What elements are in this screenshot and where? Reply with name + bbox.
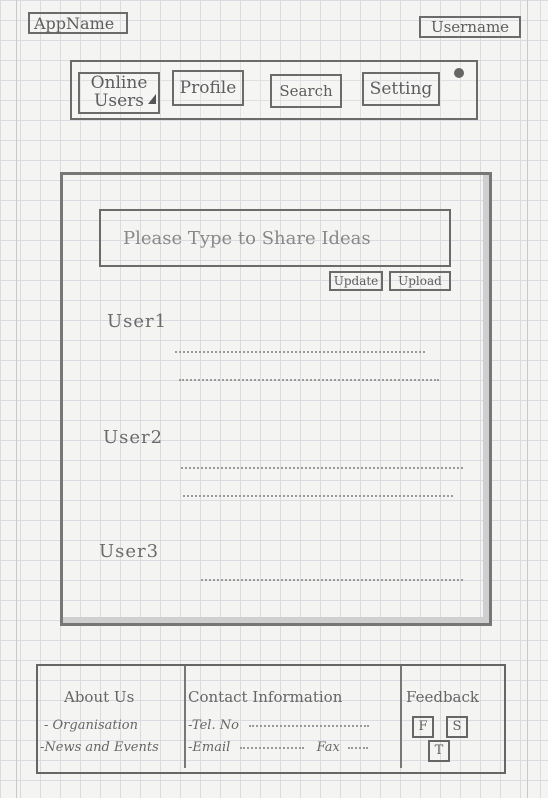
post-author-user2[interactable]: User2: [103, 427, 163, 448]
footer-contact-section: Contact Information -Tel. No -Email Fax: [184, 666, 402, 768]
footer-email-label: -Email: [188, 740, 231, 755]
page-margin-right: [527, 0, 528, 798]
post-author-user3[interactable]: User3: [99, 541, 159, 562]
post-text-line: [179, 379, 439, 382]
nav-online-users-button[interactable]: Online Users: [78, 72, 160, 114]
footer-email-fax: -Email Fax: [188, 740, 368, 755]
update-button[interactable]: Update: [329, 271, 383, 291]
footer-about-section: About Us - Organisation -News and Events: [38, 666, 186, 768]
feed-panel: Update Upload User1 User2 User3: [60, 172, 492, 626]
post-text-line: [175, 351, 425, 354]
nav-search-button[interactable]: Search: [270, 74, 342, 108]
post-text-line: [181, 467, 463, 470]
post-text-line: [201, 579, 463, 582]
nav-bar: Online Users Profile Search Setting: [70, 60, 478, 120]
share-ideas-input[interactable]: [99, 209, 451, 267]
footer-news-events-link[interactable]: -News and Events: [40, 740, 159, 755]
notification-dot-icon[interactable]: [454, 68, 464, 78]
footer: About Us - Organisation -News and Events…: [36, 664, 506, 774]
page-margin-left: [16, 0, 17, 798]
post-author-user1[interactable]: User1: [107, 311, 167, 332]
feedback-t-button[interactable]: T: [428, 740, 450, 762]
footer-email-value-line: [240, 746, 305, 749]
post-text-line: [183, 495, 453, 498]
nav-profile-button[interactable]: Profile: [172, 70, 244, 106]
footer-tel-value-line: [249, 724, 370, 727]
feedback-s-button[interactable]: S: [446, 716, 468, 738]
footer-feedback-section: Feedback F S T: [402, 666, 502, 768]
upload-button[interactable]: Upload: [389, 271, 451, 291]
footer-fax-value-line: [347, 746, 368, 749]
footer-tel: -Tel. No: [188, 718, 370, 733]
footer-organisation-link[interactable]: - Organisation: [44, 718, 138, 733]
app-name[interactable]: AppName: [28, 12, 128, 34]
user-name[interactable]: Username: [419, 16, 521, 38]
nav-setting-button[interactable]: Setting: [362, 72, 440, 106]
footer-contact-title: Contact Information: [188, 688, 343, 706]
footer-fax-label: Fax: [316, 740, 340, 755]
footer-about-title: About Us: [64, 688, 135, 706]
footer-feedback-title: Feedback: [406, 688, 479, 706]
feedback-f-button[interactable]: F: [412, 716, 434, 738]
footer-tel-label: -Tel. No: [188, 718, 239, 733]
mouse-cursor-icon: [148, 94, 156, 104]
